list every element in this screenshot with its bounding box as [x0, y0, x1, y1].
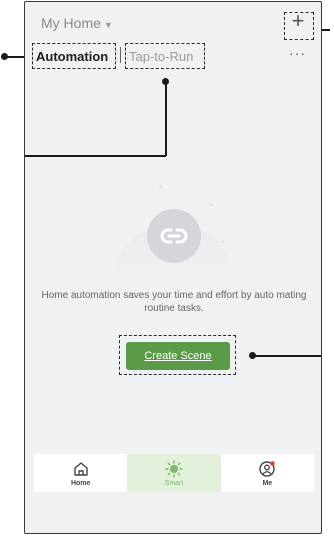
notification-badge — [270, 460, 276, 466]
empty-state-message: Home automation saves your time and effo… — [41, 290, 307, 314]
more-options-icon[interactable]: ··· — [289, 45, 306, 61]
nav-home[interactable]: Home — [34, 454, 127, 492]
tab-divider — [120, 47, 121, 63]
callout-dot-automation — [1, 53, 8, 60]
callout-line-taptorun-v — [165, 82, 167, 156]
highlight-create-scene — [119, 335, 236, 375]
home-selector[interactable]: My Home ▼ — [41, 15, 113, 31]
sparkle-dot — [159, 185, 163, 189]
nav-smart[interactable]: Smart — [127, 454, 221, 492]
profile-icon — [259, 460, 276, 477]
sparkle-dot — [210, 203, 213, 206]
nav-smart-label: Smart — [164, 479, 184, 487]
callout-line-create — [255, 355, 321, 357]
highlight-add — [284, 12, 314, 40]
home-icon — [73, 461, 88, 476]
caret-down-icon: ▼ — [103, 20, 113, 30]
highlight-automation — [32, 43, 116, 69]
sun-icon — [165, 459, 183, 478]
sparkle-dot — [221, 240, 224, 243]
nav-me-label: Me — [262, 479, 273, 487]
highlight-tap-to-run — [125, 43, 205, 69]
callout-line-taptorun-h — [25, 155, 166, 157]
home-title-label: My Home — [41, 15, 101, 31]
callout-dot-taptorun — [162, 78, 169, 85]
nav-me[interactable]: Me — [221, 454, 314, 492]
phone-screen: My Home ▼ + Automation Tap-to-Run ··· Hom… — [24, 1, 322, 534]
scene-link-icon — [147, 209, 201, 263]
nav-home-label: Home — [70, 479, 91, 487]
bottom-nav: Home Smart Me — [34, 454, 314, 492]
